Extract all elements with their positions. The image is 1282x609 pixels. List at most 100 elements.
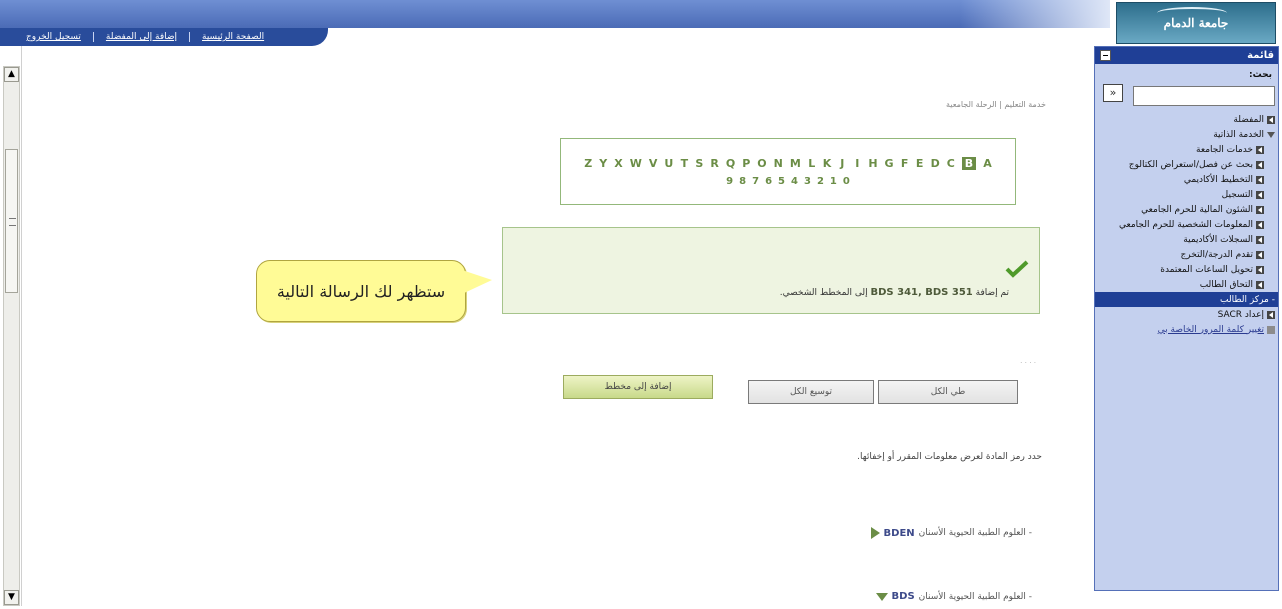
letter-link[interactable]: A [983, 157, 992, 170]
menu-title: قائمة [1247, 50, 1274, 61]
search-row: » [1095, 82, 1278, 108]
digit-link[interactable]: 3 [804, 176, 811, 187]
menu-item[interactable]: بحث عن فصل/استعراض الكتالوج [1095, 157, 1278, 172]
letter-link[interactable]: N [774, 157, 783, 170]
menu-item[interactable]: المعلومات الشخصية للحرم الجامعي [1095, 217, 1278, 232]
menu-item[interactable]: تغيير كلمة المرور الخاصة بي [1095, 322, 1278, 337]
menu-item-label: المعلومات الشخصية للحرم الجامعي [1119, 219, 1253, 230]
letter-link[interactable]: E [916, 157, 924, 170]
menu-item[interactable]: المفضلة [1095, 112, 1278, 127]
expand-arrow-icon [1256, 175, 1264, 184]
scroll-up-arrow-icon[interactable]: ▲ [4, 67, 19, 82]
digit-link[interactable]: 0 [843, 176, 850, 187]
callout-text: ستظهر لك الرسالة التالية [276, 281, 446, 301]
menu-item-label: التحاق الطالب [1199, 279, 1253, 290]
digit-link[interactable]: 5 [778, 176, 785, 187]
message-suffix: إلى المخطط الشخصي. [779, 288, 868, 298]
letter-link[interactable]: D [931, 157, 940, 170]
letter-link[interactable]: M [790, 157, 801, 170]
letter-link[interactable]: Z [584, 157, 592, 170]
menu-item[interactable]: الخدمة الذاتية [1095, 127, 1278, 142]
letter-link[interactable]: W [630, 157, 642, 170]
digit-link[interactable]: 2 [817, 176, 824, 187]
subject-code[interactable]: BDEN [884, 528, 915, 539]
header-fade [960, 0, 1110, 28]
search-input[interactable] [1133, 86, 1275, 106]
menu-item[interactable]: التخطيط الأكاديمي [1095, 172, 1278, 187]
expand-arrow-icon [1256, 265, 1264, 274]
letter-link[interactable]: Y [599, 157, 607, 170]
sign-out-link[interactable]: تسجيل الخروج [14, 32, 93, 42]
page-divider [21, 46, 22, 606]
collapse-arrow-icon[interactable] [875, 592, 888, 601]
digit-link[interactable]: 7 [752, 176, 759, 187]
menu-item[interactable]: إعداد SACR [1095, 307, 1278, 322]
vertical-scrollbar[interactable]: ▲ ▼ [3, 66, 20, 606]
letter-link[interactable]: H [868, 157, 877, 170]
menu-item[interactable]: الشئون المالية للحرم الجامعي [1095, 202, 1278, 217]
callout-pointer [462, 270, 492, 294]
success-message: تم إضافة BDS 341, BDS 351 إلى المخطط الش… [502, 227, 1040, 314]
expand-all-button[interactable]: توسيع الكل [748, 380, 874, 404]
letter-link[interactable]: K [823, 157, 832, 170]
message-courses: BDS 341, BDS 351 [870, 287, 973, 298]
header-links: الصفحة الرئيسية إضافة إلى المفضلة تسجيل … [0, 28, 328, 46]
menu-item-label: الشئون المالية للحرم الجامعي [1141, 204, 1253, 215]
home-link[interactable]: الصفحة الرئيسية [189, 32, 276, 42]
logo-wave-icon [1157, 7, 1227, 19]
digit-link[interactable]: 9 [726, 176, 733, 187]
search-go-button[interactable]: » [1103, 84, 1123, 102]
subject-row-bden[interactable]: - العلوم الطبية الحيوية الأسنان BDEN [870, 527, 1032, 539]
minimize-icon[interactable] [1100, 50, 1111, 61]
breadcrumb: خدمة التعليم | الرحلة الجامعية [946, 100, 1046, 109]
menu-item-label: التسجيل [1221, 189, 1253, 200]
letter-link[interactable]: J [838, 157, 846, 170]
menu-item[interactable]: التحاق الطالب [1095, 277, 1278, 292]
digit-link[interactable]: 6 [765, 176, 772, 187]
letter-link[interactable]: X [614, 157, 622, 170]
letter-link[interactable]: F [901, 157, 909, 170]
digit-link[interactable]: 4 [791, 176, 798, 187]
letter-link[interactable]: Q [726, 157, 735, 170]
expand-arrow-icon [1256, 205, 1264, 214]
expand-arrow-icon [1256, 250, 1264, 259]
collapse-all-button[interactable]: طي الكل [878, 380, 1018, 404]
letter-link[interactable]: S [695, 157, 703, 170]
letter-link[interactable]: B [961, 156, 977, 170]
letter-link[interactable]: R [710, 157, 718, 170]
menu-item[interactable]: - مركز الطالب [1095, 292, 1278, 307]
menu-item-label: خدمات الجامعة [1196, 144, 1253, 155]
letter-link[interactable]: V [649, 157, 658, 170]
letter-link[interactable]: L [808, 157, 816, 170]
menu-item-label: الخدمة الذاتية [1213, 129, 1264, 140]
callout-bubble: ستظهر لك الرسالة التالية [256, 260, 466, 322]
menu-item-label: السجلات الأكاديمية [1183, 234, 1253, 245]
expand-arrow-icon [1256, 145, 1264, 154]
letter-link[interactable]: O [757, 157, 766, 170]
letter-link[interactable]: C [947, 157, 955, 170]
add-to-favorites-link[interactable]: إضافة إلى المفضلة [92, 32, 189, 42]
menu-sidebar: قائمة بحث: » المفضلة الخدمة الذاتية خدمات … [1094, 46, 1279, 591]
menu-item[interactable]: السجلات الأكاديمية [1095, 232, 1278, 247]
letter-link[interactable]: I [853, 157, 861, 170]
menu-header: قائمة [1095, 47, 1278, 64]
menu-item[interactable]: تحويل الساعات المعتمدة [1095, 262, 1278, 277]
header-bar [0, 0, 1110, 28]
subject-code[interactable]: BDS [892, 591, 915, 602]
scroll-down-arrow-icon[interactable]: ▼ [4, 590, 19, 605]
menu-item[interactable]: تقدم الدرجة/التخرج [1095, 247, 1278, 262]
menu-item[interactable]: التسجيل [1095, 187, 1278, 202]
menu-item[interactable]: خدمات الجامعة [1095, 142, 1278, 157]
scrollbar-thumb[interactable] [5, 149, 18, 293]
expand-arrow-icon[interactable] [870, 527, 880, 539]
add-to-plan-button[interactable]: إضافة إلى مخطط [563, 375, 713, 399]
subject-row-bds[interactable]: - العلوم الطبية الحيوية الأسنان BDS [875, 591, 1032, 602]
letter-link[interactable]: T [680, 157, 689, 170]
letter-link[interactable]: G [885, 157, 894, 170]
scrollbar-grip-icon [9, 218, 16, 226]
digit-link[interactable]: 8 [739, 176, 746, 187]
digit-link[interactable]: 1 [830, 176, 837, 187]
subject-name: - العلوم الطبية الحيوية الأسنان [918, 591, 1032, 602]
letter-link[interactable]: U [664, 157, 673, 170]
letter-link[interactable]: P [742, 157, 750, 170]
